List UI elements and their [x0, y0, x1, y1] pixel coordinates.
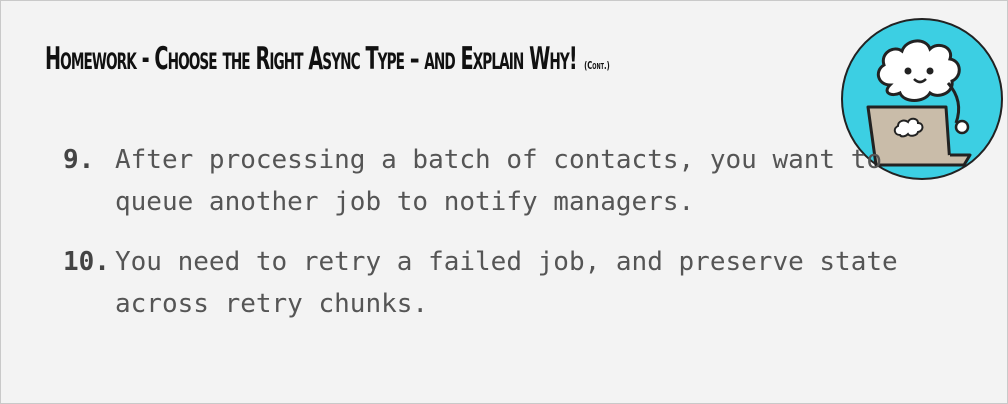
item-text: You need to retry a failed job, and pres…	[115, 247, 898, 319]
slide: Homework - Choose the Right Async Type –…	[0, 0, 1008, 404]
homework-list: 9. After processing a batch of contacts,…	[63, 139, 935, 343]
title-suffix: (Cont.)	[584, 59, 610, 72]
item-number: 9.	[63, 145, 95, 175]
list-item: 10. You need to retry a failed job, and …	[63, 241, 935, 325]
page-title: Homework - Choose the Right Async Type –…	[45, 41, 610, 77]
item-number: 10.	[63, 247, 110, 277]
title-text: Homework - Choose the Right Async Type –…	[45, 41, 578, 77]
item-text: After processing a batch of contacts, yo…	[115, 145, 883, 217]
list-item: 9. After processing a batch of contacts,…	[63, 139, 935, 223]
